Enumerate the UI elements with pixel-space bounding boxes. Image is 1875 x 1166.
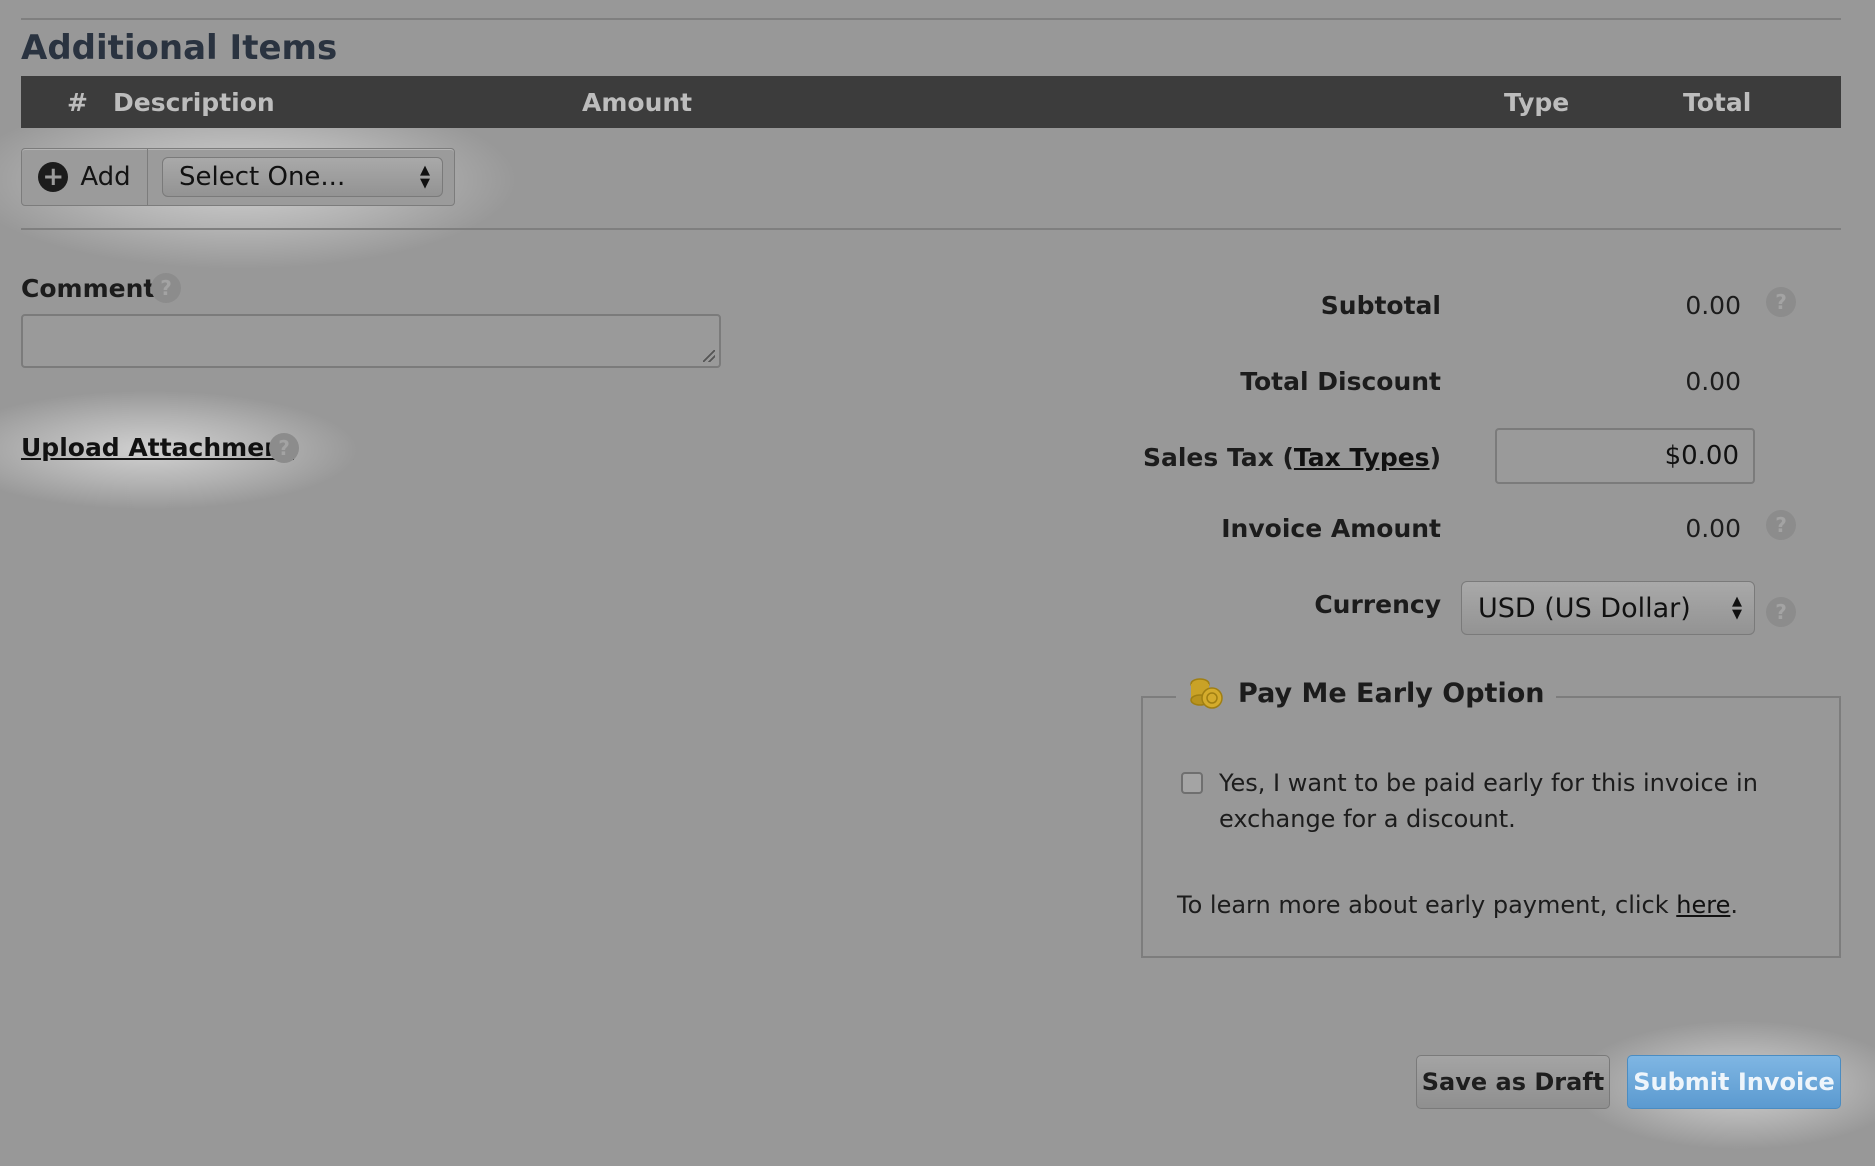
checkbox-label-line2: exchange for a discount. xyxy=(1219,805,1516,833)
column-type: Type xyxy=(1504,88,1570,117)
subtotal-value: 0.00 xyxy=(1685,291,1741,320)
plus-circle-icon: + xyxy=(38,162,69,192)
tax-types-link[interactable]: Tax Types xyxy=(1294,443,1430,472)
learn-more-text: To learn more about early payment, click… xyxy=(1177,887,1738,923)
item-type-select[interactable]: Select One... ▲ ▼ xyxy=(162,157,443,197)
total-discount-value: 0.00 xyxy=(1685,367,1741,396)
coins-icon xyxy=(1188,676,1224,710)
submit-invoice-button[interactable]: Submit Invoice xyxy=(1627,1055,1841,1109)
comment-textarea[interactable] xyxy=(21,314,721,368)
learn-more-link[interactable]: here xyxy=(1676,891,1730,919)
column-total: Total xyxy=(1683,88,1752,117)
currency-label: Currency xyxy=(1314,590,1441,619)
invoice-amount-help-icon[interactable]: ? xyxy=(1766,510,1796,540)
sales-tax-input[interactable]: $0.00 xyxy=(1495,428,1755,484)
pay-early-legend: Pay Me Early Option xyxy=(1176,676,1557,710)
sales-tax-suffix: ) xyxy=(1429,443,1441,472)
add-item-group: + Add Select One... ▲ ▼ xyxy=(21,148,455,206)
learn-more-prefix: To learn more about early payment, click xyxy=(1177,891,1677,919)
add-item-button[interactable]: + Add xyxy=(22,149,148,205)
total-discount-label: Total Discount xyxy=(1240,367,1441,396)
pay-early-title: Pay Me Early Option xyxy=(1238,677,1545,709)
sales-tax-label: Sales Tax (Tax Types) xyxy=(941,443,1441,472)
currency-help-icon[interactable]: ? xyxy=(1766,597,1796,627)
pay-early-checkbox[interactable] xyxy=(1181,772,1203,794)
pay-early-checkbox-label[interactable]: Yes, I want to be paid early for this in… xyxy=(1219,765,1758,837)
items-table-header: # Description Amount Type Total xyxy=(21,76,1841,128)
top-divider xyxy=(21,18,1841,20)
sales-tax-prefix: Sales Tax ( xyxy=(1142,443,1294,472)
invoice-amount-label: Invoice Amount xyxy=(1221,514,1441,543)
learn-more-suffix: . xyxy=(1730,891,1738,919)
section-divider xyxy=(21,228,1841,230)
currency-select[interactable]: USD (US Dollar) ▲ ▼ xyxy=(1461,581,1755,635)
select-arrows-icon: ▲ ▼ xyxy=(420,163,430,191)
add-label: Add xyxy=(80,162,131,192)
item-type-select-value: Select One... xyxy=(179,162,346,192)
column-number: # xyxy=(67,88,88,117)
section-title: Additional Items xyxy=(21,28,338,68)
column-description: Description xyxy=(113,88,275,117)
comment-label: Comment xyxy=(21,274,156,303)
comment-help-icon[interactable]: ? xyxy=(151,273,181,303)
column-amount: Amount xyxy=(582,88,693,117)
save-draft-button[interactable]: Save as Draft xyxy=(1416,1055,1610,1109)
upload-help-icon[interactable]: ? xyxy=(269,433,299,463)
subtotal-help-icon[interactable]: ? xyxy=(1766,287,1796,317)
currency-select-value: USD (US Dollar) xyxy=(1478,592,1691,624)
invoice-amount-value: 0.00 xyxy=(1685,514,1741,543)
select-arrows-icon: ▲ ▼ xyxy=(1732,594,1742,622)
upload-attachment-link[interactable]: Upload Attachment xyxy=(21,433,294,462)
subtotal-label: Subtotal xyxy=(1320,291,1441,320)
resize-handle-icon[interactable] xyxy=(703,350,715,362)
checkbox-label-line1: Yes, I want to be paid early for this in… xyxy=(1219,769,1758,797)
